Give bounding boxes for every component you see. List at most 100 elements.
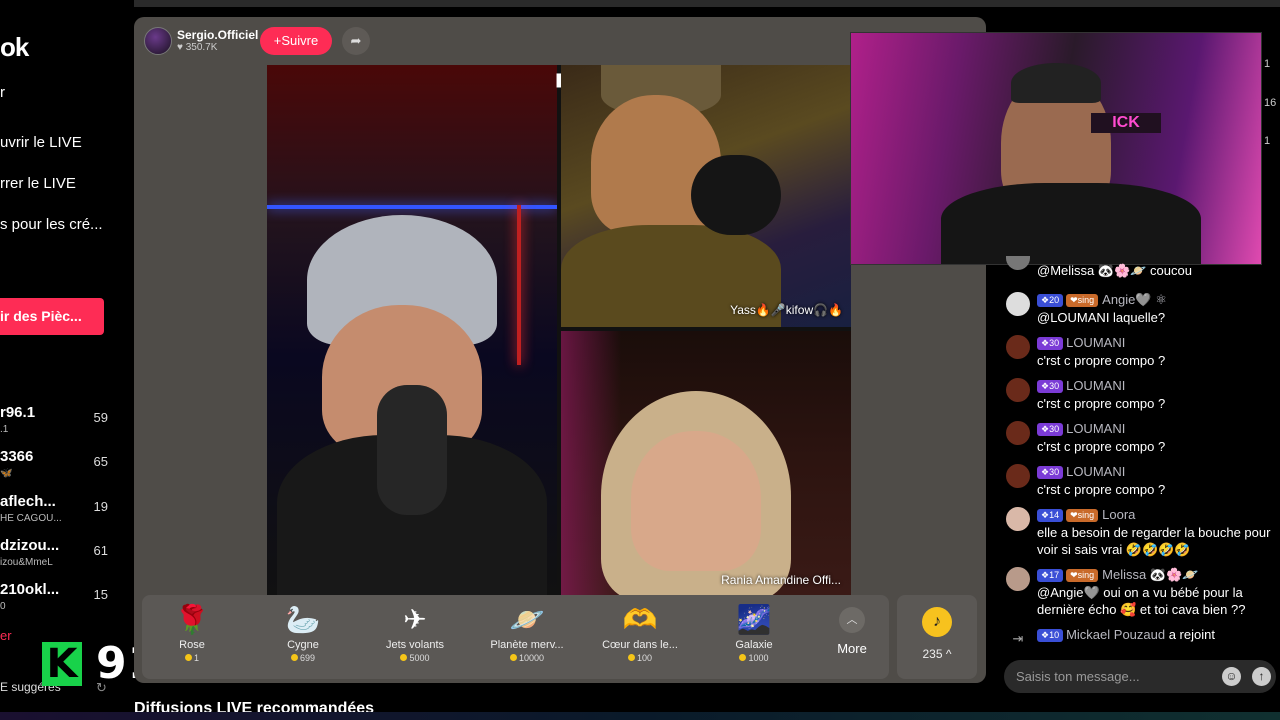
galaxy-icon: 🌌 [736,604,772,635]
gift-item[interactable]: 🦢 Cygne 699 [253,601,353,677]
chat-message[interactable]: ❖30 LOUMANI c'rst c propre compo ? [1006,464,1276,500]
chat-message[interactable]: ❖30 LOUMANI c'rst c propre compo ? [1006,335,1276,371]
rose-icon: 🌹 [174,604,210,635]
coin-icon [627,654,635,661]
nav-item-0[interactable]: r [0,84,5,101]
more-gifts-button[interactable]: ︿ More [828,607,876,656]
person-silhouette [631,431,761,571]
chat-message[interactable]: ❖17 ❤sing Melissa 🐼🌸🪐 @Angie🩶 oui on a vu … [1006,567,1276,619]
share-icon[interactable]: ➦ [342,27,370,55]
nav-item-open-live[interactable]: uvrir le LIVE [0,134,82,151]
message-text: @Melissa 🐼🌸🪐 coucou [1037,263,1192,278]
viewer-count: 19 [93,499,108,514]
viewer-count: 15 [93,587,108,602]
avatar [1006,507,1030,531]
gift-item[interactable]: 🫶 Cœur dans le... 100 [590,601,690,677]
avatar [1006,378,1030,402]
username[interactable]: LOUMANI [1066,378,1125,393]
username[interactable]: LOUMANI [1066,335,1125,350]
username[interactable]: Angie🩶 ⚛ [1102,292,1167,307]
chat-input-box: ☺ ↑ [1004,660,1276,693]
avatar [1006,421,1030,445]
followed-account[interactable]: aflech... HE CAGOU... 19 [0,493,112,529]
followed-account[interactable]: r96.1 .1 59 [0,404,112,440]
coins-count: 235 ^ [922,647,952,661]
level-badge: ❖14 [1037,509,1064,522]
gift-name: Galaxie [735,639,773,651]
top-strip [0,0,1280,7]
username[interactable]: LOUMANI [1066,464,1125,479]
chat-message[interactable]: ❖20 ❤sing Angie🩶 ⚛ @LOUMANI laquelle? [1006,292,1276,328]
gift-price: 100 [590,653,690,663]
guest-video-2[interactable]: Yass🔥🎤kifow🎧🔥 [561,65,851,327]
send-icon[interactable]: ↑ [1252,667,1271,686]
person-silhouette [1011,63,1101,103]
price-value: 1000 [748,653,769,663]
coin-icon [509,654,517,661]
account-name: dzizou... [0,537,60,554]
join-notice: ⇥ ❖10 Mickael Pouzaud a rejoint [1006,627,1276,649]
chat-message[interactable]: ❖14 ❤sing Loora elle a besoin de regarder … [1006,507,1276,559]
chevron-up-icon: ︿ [839,607,865,633]
edge-number: 1 [1264,135,1271,147]
level-badge: ❖10 [1037,629,1064,642]
guest-video-host[interactable] [267,65,557,595]
message-text: @Angie🩶 oui on a vu bébé pour la dernièr… [1037,585,1246,617]
gift-item[interactable]: 🌌 Galaxie 1000 [704,601,804,677]
microphone [377,385,447,515]
enter-icon: ⇥ [1012,631,1024,646]
gift-name: Cœur dans le... [602,639,678,651]
tiktok-logo[interactable]: ok [0,32,29,63]
see-more-link[interactable]: er [0,628,12,643]
coins-balance-button[interactable]: ♪ 235 ^ [897,595,977,679]
gift-name: Jets volants [385,639,445,651]
chat-message[interactable]: ❖30 LOUMANI c'rst c propre compo ? [1006,378,1276,414]
avatar [1006,464,1030,488]
fan-badge: ❤sing [1066,509,1099,522]
account-sub: izou&MmeL [0,557,53,568]
gift-name: Planète merv... [490,639,564,651]
neon-light [267,205,557,209]
chat-message-input[interactable] [1016,660,1216,693]
message-text: c'rst c propre compo ? [1037,439,1166,454]
k-badge-icon: K [42,642,82,686]
account-name: 210okl... [0,581,60,598]
host-avatar[interactable] [144,27,172,55]
gift-price: 1 [142,653,242,663]
level-badge: ❖30 [1037,380,1064,393]
get-coins-button[interactable]: ir des Pièc... [0,298,104,335]
guest-video-3[interactable]: Rania Amandine Offi... [561,331,851,595]
swan-icon: 🦢 [285,604,321,635]
message-text: elle a besoin de regarder la bouche pour… [1037,525,1271,557]
chat-message[interactable]: ❖30 LOUMANI c'rst c propre compo ? [1006,421,1276,457]
username[interactable]: LOUMANI [1066,421,1125,436]
fan-badge: ❤sing [1066,294,1099,307]
gift-item[interactable]: ✈ Jets volants 5000 [365,601,465,677]
multi-guest-video[interactable]: ❚❚ Yass🔥🎤kifow🎧🔥 Rania Amandine Offi... [267,65,851,595]
heart-hands-icon: 🫶 [622,604,658,635]
coin-icon [400,654,408,661]
viewer-count: 65 [93,454,108,469]
gift-bar: 🌹 Rose 1 🦢 Cygne 699 ✈ Jets volants 5000… [142,595,889,679]
username[interactable]: Melissa 🐼🌸🪐 [1102,567,1198,582]
left-sidebar: ok r uvrir le LIVE rrer le LIVE s pour l… [0,0,134,720]
avatar [1006,292,1030,316]
gift-item[interactable]: 🪐 Planète merv... 10000 [477,601,577,677]
followed-account[interactable]: 210okl... 0 15 [0,581,112,617]
username[interactable]: Loora [1102,507,1135,522]
emoji-icon[interactable]: ☺ [1222,667,1241,686]
level-badge: ❖20 [1037,294,1064,307]
chat-message[interactable]: @Melissa 🐼🌸🪐 coucou [1006,256,1276,284]
host-name[interactable]: Sergio.Officiel [177,28,258,42]
nav-item-creator-tools[interactable]: s pour les cré... [0,216,103,233]
gift-price: 699 [253,653,353,663]
followed-account[interactable]: 3366 🦋 65 [0,448,112,484]
gift-item[interactable]: 🌹 Rose 1 [142,601,242,677]
username[interactable]: Mickael Pouzaud [1066,627,1165,642]
coin-note-icon: ♪ [922,607,952,637]
account-name: r96.1 [0,404,36,421]
followed-account[interactable]: dzizou... izou&MmeL 61 [0,537,112,573]
price-value: 100 [636,653,653,663]
follow-button[interactable]: +Suivre [260,27,332,55]
nav-item-start-live[interactable]: rrer le LIVE [0,175,76,192]
